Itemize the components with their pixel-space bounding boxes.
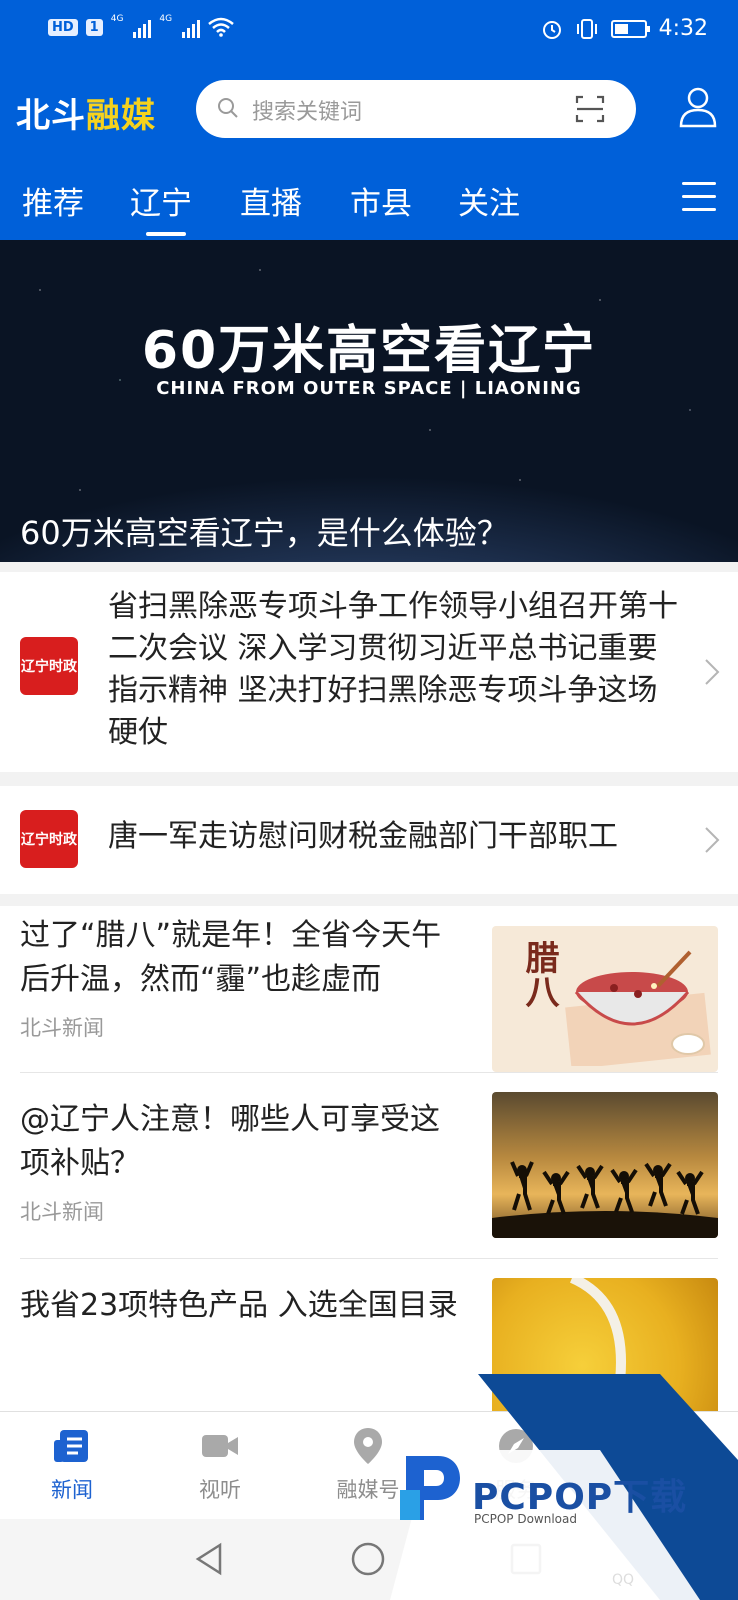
notice-text: 省扫黑除恶专项斗争工作领导小组召开第十二次会议 深入学习贯彻习近平总书记重要指示…: [108, 589, 678, 750]
watermark-logo: [400, 1456, 460, 1520]
watermark-subtitle: PCPOP Download: [474, 1512, 577, 1526]
search-icon: [218, 98, 238, 118]
user-profile-icon[interactable]: [676, 84, 720, 128]
status-bar-left: HD 1 4G 4G: [48, 14, 234, 38]
banner-subtitle: CHINA FROM OUTER SPACE | LIAONING: [156, 378, 582, 399]
tab-follow[interactable]: 关注: [458, 178, 520, 223]
battery-icon: [610, 19, 650, 38]
location-pin-icon: [354, 1428, 382, 1464]
sim-badge: 1: [85, 18, 103, 36]
search-bar[interactable]: 搜索关键词: [196, 80, 636, 138]
millet-bowl-illustration: [569, 1278, 626, 1411]
signal-icon: [133, 16, 152, 38]
news-thumbnail: [492, 1092, 718, 1238]
status-bar: HD 1 4G 4G 4:32: [0, 0, 738, 62]
news-icon: [54, 1430, 88, 1462]
news-title: 过了“腊八”就是年！全省今天午后升温，然而“霾”也趁虚而: [20, 918, 442, 997]
news-thumbnail: 腊八: [492, 926, 718, 1072]
chevron-right-icon: [705, 827, 720, 853]
source-badge: 辽宁时政: [20, 810, 78, 868]
logo-accent: 融媒: [86, 96, 156, 136]
nav-label-video: 视听: [199, 1478, 241, 1502]
news-list: 过了“腊八”就是年！全省今天午后升温，然而“霾”也趁虚而 北斗新闻 腊八 @辽宁…: [0, 906, 738, 1411]
tab-cities[interactable]: 市县: [350, 178, 412, 223]
app-logo: 北斗融媒: [16, 88, 156, 137]
nav-news[interactable]: 新闻: [12, 1426, 132, 1504]
thumb-caption: 腊八: [520, 940, 557, 1008]
hero-banner[interactable]: 60万米高空看辽宁 CHINA FROM OUTER SPACE | LIAON…: [0, 240, 738, 562]
notice-item[interactable]: 辽宁时政 唐一军走访慰问财税金融部门干部职工: [0, 786, 738, 894]
channel-tabs: 推荐 辽宁 直播 市县 关注: [0, 172, 738, 240]
news-title: 我省23项特色产品 入选全国目录: [20, 1288, 458, 1323]
banner-headline: 60万米高空看辽宁: [141, 321, 597, 381]
alarm-icon: [542, 20, 561, 39]
notice-text: 唐一军走访慰问财税金融部门干部职工: [108, 819, 618, 854]
vibrate-icon: [576, 18, 597, 39]
news-source: 北斗新闻: [20, 1200, 104, 1224]
video-icon: [202, 1435, 238, 1457]
compass-icon: [499, 1429, 533, 1463]
notice-item[interactable]: 辽宁时政 省扫黑除恶专项斗争工作领导小组召开第十二次会议 深入学习贯彻习近平总书…: [0, 572, 738, 772]
tab-liaoning[interactable]: 辽宁: [130, 178, 192, 223]
news-thumbnail: [492, 1278, 718, 1411]
hd-badge: HD: [48, 18, 78, 36]
network-label-1: 4G: [110, 14, 124, 24]
list-divider: [20, 1072, 718, 1073]
nav-video[interactable]: 视听: [160, 1426, 280, 1504]
menu-icon[interactable]: [682, 182, 716, 212]
chevron-right-icon: [705, 659, 720, 685]
porridge-bowl-illustration: [565, 950, 711, 1066]
news-item[interactable]: 我省23项特色产品 入选全国目录: [0, 1278, 738, 1411]
news-item[interactable]: 过了“腊八”就是年！全省今天午后升温，然而“霾”也趁虚而 北斗新闻 腊八: [0, 906, 738, 1092]
watermark-corner: QQ: [612, 1572, 635, 1588]
active-tab-indicator: [146, 232, 186, 236]
nav-label-news: 新闻: [51, 1478, 93, 1502]
signal-icon-2: [182, 16, 201, 38]
app-screen: HD 1 4G 4G 4:32 北斗融媒 搜索关键词 推荐 辽宁 直播 市县 关…: [0, 0, 738, 1600]
search-placeholder: 搜索关键词: [252, 100, 363, 125]
status-bar-right: 4:32: [541, 16, 708, 41]
recents-icon[interactable]: [506, 1539, 546, 1579]
scan-icon[interactable]: [574, 93, 606, 125]
jumping-people-silhouette: [492, 1161, 718, 1238]
back-icon[interactable]: [190, 1539, 230, 1579]
news-source: 北斗新闻: [20, 1016, 104, 1040]
news-item[interactable]: @辽宁人注意！哪些人可享受这项补贴？ 北斗新闻: [0, 1092, 738, 1278]
source-badge: 辽宁时政: [20, 637, 78, 695]
wifi-icon: [208, 17, 234, 37]
news-title: @辽宁人注意！哪些人可享受这项补贴？: [20, 1102, 440, 1181]
tab-recommend[interactable]: 推荐: [22, 178, 84, 223]
banner-caption: 60万米高空看辽宁，是什么体验？: [20, 514, 509, 552]
home-icon[interactable]: [348, 1539, 388, 1579]
tab-live[interactable]: 直播: [240, 178, 302, 223]
app-header: 北斗融媒 搜索关键词 推荐 辽宁 直播 市县 关注: [0, 62, 738, 240]
logo-prefix: 北斗: [16, 96, 86, 136]
network-label-2: 4G: [159, 14, 173, 24]
list-divider: [20, 1258, 718, 1259]
clock: 4:32: [658, 16, 708, 41]
